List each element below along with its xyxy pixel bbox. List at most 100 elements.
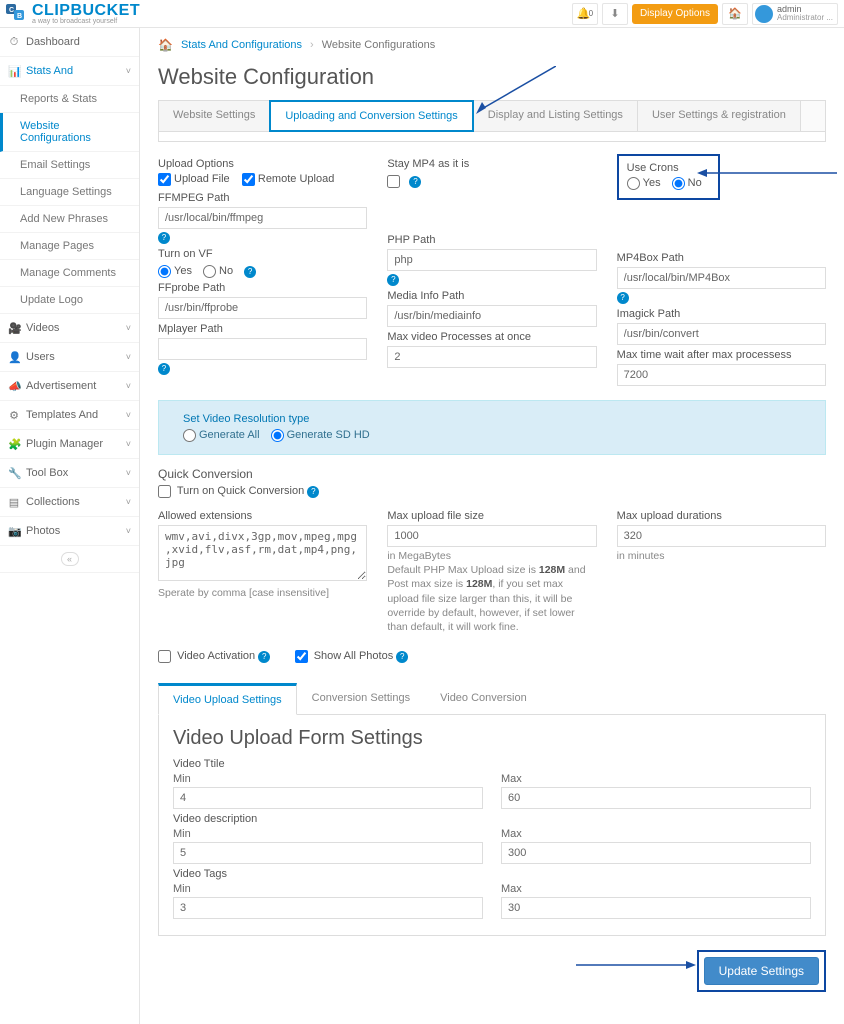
display-options-button[interactable]: Display Options [632,4,718,24]
home-button[interactable]: 🏠 [722,3,748,25]
imagick-path-input[interactable] [617,323,826,345]
user-role: Administrator ... [777,14,833,22]
sidebar-item-collections[interactable]: ▤Collections ˅ [0,488,139,517]
gen-sdhd-radio[interactable] [271,429,284,442]
mplayer-path-input[interactable] [158,338,367,360]
max-duration-input[interactable] [617,525,826,547]
breadcrumb: 🏠 Stats And Configurations › Website Con… [158,38,826,52]
vf-yes-radio[interactable] [158,265,171,278]
remote-upload-checkbox[interactable] [242,173,255,186]
sidebar-item-toolbox[interactable]: 🔧Tool Box ˅ [0,459,139,488]
video-title-min-input[interactable] [173,787,483,809]
sidebar-sub-phrases[interactable]: Add New Phrases [0,206,139,233]
vf-yes-radio-wrap[interactable]: Yes [158,265,192,277]
sidebar-item-plugin[interactable]: 🧩Plugin Manager ˅ [0,430,139,459]
gen-all-radio-wrap[interactable]: Generate All [183,429,260,441]
help-icon[interactable]: ? [387,274,399,286]
show-all-photos-checkbox[interactable] [295,650,308,663]
gen-sdhd-radio-wrap[interactable]: Generate SD HD [271,429,370,441]
tab-user-settings[interactable]: User Settings & registration [638,101,801,131]
sidebar-sub-reports[interactable]: Reports & Stats [0,86,139,113]
use-crons-label: Use Crons [627,162,710,174]
tab-video-conversion[interactable]: Video Conversion [425,683,542,714]
help-icon[interactable]: ? [258,651,270,663]
remote-upload-checkbox-wrap[interactable]: Remote Upload [242,173,334,185]
sidebar-sub-website-config[interactable]: Website Configurations [0,113,139,152]
help-icon[interactable]: ? [158,232,170,244]
php-max-value: 128M [539,564,565,576]
mp4box-path-input[interactable] [617,267,826,289]
post-max-value: 128M [466,578,492,590]
show-all-photos-checkbox-wrap[interactable]: Show All Photos [295,650,394,662]
notifications-button[interactable]: 🔔0 [572,3,598,25]
quick-conv-checkbox[interactable] [158,485,171,498]
crons-yes-radio[interactable] [627,177,640,190]
help-icon[interactable]: ? [396,651,408,663]
sidebar-sub-email[interactable]: Email Settings [0,152,139,179]
video-title-max-input[interactable] [501,787,811,809]
sidebar-collapse-button[interactable]: « [0,546,139,573]
sidebar-item-videos[interactable]: 🎥Videos ˅ [0,314,139,343]
help-icon[interactable]: ? [307,486,319,498]
layers-icon: ▤ [8,496,20,508]
php-path-label: PHP Path [387,234,596,246]
sidebar-item-users[interactable]: 👤Users ˅ [0,343,139,372]
video-activation-checkbox-wrap[interactable]: Video Activation [158,650,255,662]
quick-conv-checkbox-wrap[interactable]: Turn on Quick Conversion [158,485,304,497]
top-bar: C B CLIPBUCKET a way to broadcast yourse… [0,0,844,28]
crons-yes-radio-wrap[interactable]: Yes [627,177,661,189]
download-button[interactable]: ⬇ [602,3,628,25]
tab-conversion-settings[interactable]: Conversion Settings [297,683,425,714]
sidebar-sub-pages[interactable]: Manage Pages [0,233,139,260]
update-settings-button[interactable]: Update Settings [704,957,819,985]
ffmpeg-path-input[interactable] [158,207,367,229]
max-label: Max [501,883,811,895]
sidebar-item-photos[interactable]: 📷Photos ˅ [0,517,139,546]
upload-file-checkbox[interactable] [158,173,171,186]
video-resolution-band: Set Video Resolution type Generate All G… [158,400,826,455]
max-upload-input[interactable] [387,525,596,547]
php-path-input[interactable] [387,249,596,271]
sidebar-item-templates[interactable]: ⚙Templates And ˅ [0,401,139,430]
sidebar-sub-logo[interactable]: Update Logo [0,287,139,314]
vf-no-radio[interactable] [203,265,216,278]
home-icon[interactable]: 🏠 [158,38,173,52]
gen-all-radio[interactable] [183,429,196,442]
allowed-ext-textarea[interactable]: wmv,avi,divx,3gp,mov,mpeg,mpg,xvid,flv,a… [158,525,367,581]
sidebar-sub-language[interactable]: Language Settings [0,179,139,206]
brand-logo[interactable]: C B CLIPBUCKET a way to broadcast yourse… [6,2,140,25]
upload-options-label: Upload Options [158,158,367,170]
crons-no-radio[interactable] [672,177,685,190]
ffprobe-path-input[interactable] [158,297,367,319]
tab-video-upload-settings[interactable]: Video Upload Settings [158,683,297,715]
video-activation-checkbox[interactable] [158,650,171,663]
tab-upload-conversion[interactable]: Uploading and Conversion Settings [269,100,473,132]
mediainfo-path-label: Media Info Path [387,290,596,302]
gear-icon: ⚙ [8,409,20,421]
help-icon[interactable]: ? [617,292,629,304]
video-tags-min-input[interactable] [173,897,483,919]
sidebar-item-dashboard[interactable]: ⏱Dashboard [0,28,139,57]
max-wait-input[interactable] [617,364,826,386]
sidebar-item-stats[interactable]: 📊Stats And ˅ [0,57,139,86]
sidebar-sub-comments[interactable]: Manage Comments [0,260,139,287]
upload-file-checkbox-wrap[interactable]: Upload File [158,173,230,185]
video-desc-min-input[interactable] [173,842,483,864]
crons-no-radio-wrap[interactable]: No [672,177,702,189]
tab-website-settings[interactable]: Website Settings [159,101,270,131]
video-desc-max-input[interactable] [501,842,811,864]
video-tags-max-input[interactable] [501,897,811,919]
user-menu[interactable]: admin Administrator ... [752,3,838,25]
sidebar-item-advertisement[interactable]: 📣Advertisement ˅ [0,372,139,401]
svg-text:C: C [9,7,14,14]
stay-mp4-checkbox[interactable] [387,175,400,188]
tab-display-listing[interactable]: Display and Listing Settings [474,101,638,131]
max-proc-input[interactable] [387,346,596,368]
help-icon[interactable]: ? [409,176,421,188]
turn-on-vf-label: Turn on VF [158,248,367,260]
help-icon[interactable]: ? [158,363,170,375]
vf-no-radio-wrap[interactable]: No [203,265,233,277]
help-icon[interactable]: ? [244,266,256,278]
mediainfo-path-input[interactable] [387,305,596,327]
breadcrumb-link-1[interactable]: Stats And Configurations [181,39,302,51]
